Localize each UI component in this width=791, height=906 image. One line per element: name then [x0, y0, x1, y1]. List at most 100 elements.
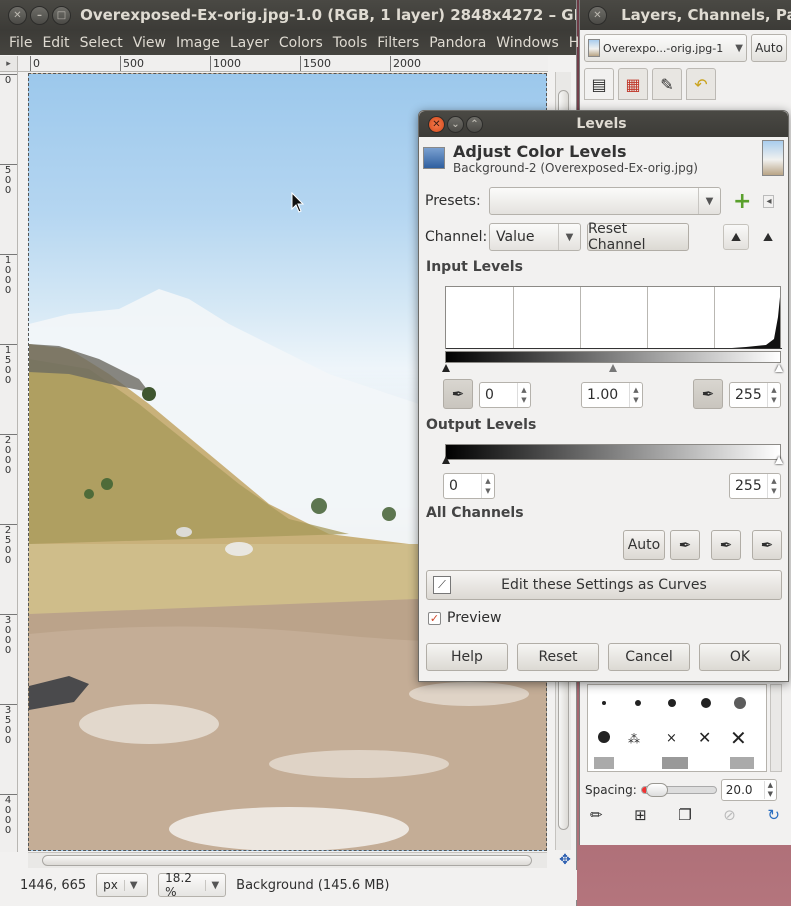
minimize-icon[interactable]: –: [30, 5, 49, 25]
stepper-arrows-icon[interactable]: ▲ ▼: [763, 781, 776, 799]
menu-edit[interactable]: Edit: [37, 35, 74, 51]
menu-view[interactable]: View: [128, 35, 171, 51]
close-icon[interactable]: ✕: [588, 5, 607, 25]
stepper-arrows-icon[interactable]: ▲ ▼: [767, 383, 780, 407]
zoom-selector[interactable]: 18.2 % ▼: [158, 871, 227, 899]
statusbar: 1446, 665 px ▼ 18.2 % ▼ Background (145.…: [0, 870, 577, 900]
channel-value: Value: [496, 229, 535, 245]
stepper-arrows-icon[interactable]: ▲ ▼: [767, 474, 780, 498]
help-button[interactable]: Help: [426, 643, 508, 671]
menu-file[interactable]: File: [4, 35, 37, 51]
unit-selector[interactable]: px ▼: [96, 873, 149, 897]
curves-icon: ⟋: [433, 576, 451, 594]
minimize-icon[interactable]: ⌄: [447, 115, 464, 133]
reset-button[interactable]: Reset: [517, 643, 599, 671]
preview-checkbox[interactable]: ✓: [428, 611, 441, 625]
preset-menu-icon[interactable]: ◂: [763, 194, 775, 208]
channels-tab-icon[interactable]: ▦: [618, 68, 648, 100]
close-icon[interactable]: ✕: [428, 115, 445, 133]
channel-label: Channel:: [425, 229, 488, 245]
ruler-label: 1500: [303, 57, 331, 70]
menu-filters[interactable]: Filters: [372, 35, 424, 51]
black-point-picker-icon[interactable]: ✒: [443, 379, 473, 409]
undo-history-tab-icon[interactable]: ↶: [686, 68, 716, 100]
output-white-handle[interactable]: [775, 456, 783, 464]
menu-layer[interactable]: Layer: [225, 35, 274, 51]
scrollbar-thumb[interactable]: [42, 855, 532, 866]
menu-image[interactable]: Image: [171, 35, 225, 51]
layers-tab-icon[interactable]: ▤: [584, 68, 614, 100]
output-low-field[interactable]: 0 ▲ ▼: [443, 473, 495, 499]
input-low-field[interactable]: 0 ▲ ▼: [479, 382, 531, 408]
auto-button[interactable]: Auto: [751, 34, 787, 62]
log-histogram-icon[interactable]: ⛰: [755, 224, 781, 250]
unit-value: px: [103, 878, 118, 892]
delete-brush-icon[interactable]: ⊘: [723, 806, 736, 824]
spacing-value: 20.0: [725, 783, 753, 797]
duplicate-brush-icon[interactable]: ❐: [678, 806, 691, 824]
maximize-icon[interactable]: □: [52, 5, 71, 25]
channel-combo[interactable]: Value ▼: [489, 223, 581, 251]
status-info: Background (145.6 MB): [236, 877, 390, 893]
navigate-icon[interactable]: ✥: [557, 852, 573, 868]
linear-histogram-icon[interactable]: ⛰: [723, 224, 749, 250]
image-thumbnail: [762, 140, 784, 176]
chevron-down-icon: ▼: [735, 42, 743, 54]
spacing-input[interactable]: 20.0 ▲ ▼: [720, 779, 777, 801]
horizontal-scrollbar[interactable]: [28, 852, 547, 868]
auto-levels-button[interactable]: Auto: [623, 530, 665, 560]
input-black-point-handle[interactable]: [442, 364, 450, 372]
white-point-picker-icon[interactable]: ✒: [693, 379, 723, 409]
dock-titlebar[interactable]: ✕ Layers, Channels, Pa: [580, 0, 791, 30]
stepper-arrows-icon[interactable]: ▲ ▼: [481, 474, 494, 498]
refresh-brushes-icon[interactable]: ↻: [767, 806, 780, 824]
image-selector[interactable]: Overexpo...-orig.jpg-1 ▼: [584, 34, 747, 62]
reset-channel-button[interactable]: Reset Channel: [587, 221, 689, 253]
svg-text:✕: ✕: [730, 726, 747, 750]
menu-windows[interactable]: Windows: [491, 35, 564, 51]
menu-tools[interactable]: Tools: [328, 35, 373, 51]
output-low-value: 0: [449, 478, 458, 494]
input-gamma-field[interactable]: 1.00 ▲ ▼: [581, 382, 643, 408]
add-preset-icon[interactable]: +: [733, 189, 751, 214]
edit-brush-icon[interactable]: ✏: [590, 806, 603, 824]
levels-titlebar[interactable]: ✕ ⌄ ⌃ Levels: [419, 111, 788, 137]
output-high-field[interactable]: 255 ▲ ▼: [729, 473, 781, 499]
brushes-grid[interactable]: ⁂ × ✕ ✕: [587, 684, 767, 772]
gray-point-eyedropper-icon[interactable]: ✒: [711, 530, 741, 560]
ruler-label: 2 0 0 0: [4, 435, 12, 476]
levels-subheading: Background-2 (Overexposed-Ex-orig.jpg): [453, 160, 698, 175]
ok-button[interactable]: OK: [699, 643, 781, 671]
levels-dialog: ✕ ⌄ ⌃ Levels Adjust Color Levels Backgro…: [418, 110, 789, 682]
menu-select[interactable]: Select: [75, 35, 128, 51]
spacing-slider[interactable]: [640, 783, 717, 797]
histogram: [445, 286, 782, 349]
output-black-handle[interactable]: [442, 456, 450, 464]
image-window-titlebar[interactable]: ✕ – □ Overexposed-Ex-orig.jpg-1.0 (RGB, …: [0, 0, 576, 30]
cancel-button[interactable]: Cancel: [608, 643, 690, 671]
stepper-arrows-icon[interactable]: ▲ ▼: [517, 383, 530, 407]
close-icon[interactable]: ✕: [8, 5, 27, 25]
input-white-point-handle[interactable]: [775, 364, 783, 372]
brushes-scrollbar[interactable]: [770, 684, 782, 772]
output-gradient-bar: [445, 444, 781, 460]
histogram-plot: [446, 297, 782, 349]
input-high-field[interactable]: 255 ▲ ▼: [729, 382, 781, 408]
presets-combo[interactable]: ▼: [489, 187, 721, 215]
image-selector-value: Overexpo...-orig.jpg-1: [603, 41, 724, 55]
horizontal-ruler: 0 500 1000 1500 2000: [18, 56, 548, 72]
menu-colors[interactable]: Colors: [274, 35, 328, 51]
ruler-label: 5 0 0: [4, 165, 12, 196]
chevron-down-icon: ▼: [123, 879, 138, 891]
stepper-arrows-icon[interactable]: ▲ ▼: [629, 383, 642, 407]
maximize-icon[interactable]: ⌃: [466, 115, 483, 133]
slider-handle[interactable]: [645, 783, 668, 797]
quick-mask-toggle[interactable]: ▸: [0, 56, 18, 72]
new-brush-icon[interactable]: ⊞: [634, 806, 647, 824]
paths-tab-icon[interactable]: ✎: [652, 68, 682, 100]
menu-pandora[interactable]: Pandora: [424, 35, 491, 51]
input-gamma-handle[interactable]: [609, 364, 617, 372]
white-point-eyedropper-icon[interactable]: ✒: [752, 530, 782, 560]
black-point-eyedropper-icon[interactable]: ✒: [670, 530, 700, 560]
edit-as-curves-button[interactable]: ⟋ Edit these Settings as Curves: [426, 570, 782, 600]
